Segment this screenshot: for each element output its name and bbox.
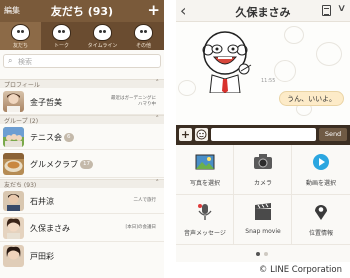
section-header-groups[interactable]: グループ (2) ˄ <box>0 115 164 125</box>
photo-icon <box>195 153 215 171</box>
microphone-icon <box>195 203 215 221</box>
attachment-label: 位置情報 <box>308 230 333 237</box>
collapse-icon: ˄ <box>155 79 160 87</box>
group-row-gourmet[interactable]: グルメクラブ 17 <box>0 150 164 178</box>
attachment-label: 音声メッセージ <box>184 230 226 237</box>
background-doodle <box>316 42 342 66</box>
attachment-label: 写真を選択 <box>189 180 220 187</box>
clapperboard-icon <box>253 203 273 221</box>
tab-label: タイムライン <box>87 43 118 49</box>
attachment-menu: 写真を選択 カメラ 動画を選択 音声メッセージ Snap movie 位置情報 <box>176 145 350 262</box>
background-doodle <box>274 60 296 82</box>
message-time: 11:55 <box>261 78 276 84</box>
more-character-icon <box>134 24 153 41</box>
snap-movie-button[interactable]: Snap movie <box>234 195 292 245</box>
status-message: 最近はガーデニングにハマり中 <box>111 96 156 107</box>
sticker-moon-character[interactable] <box>194 27 256 94</box>
attachment-label: Snap movie <box>245 228 281 235</box>
avatar <box>3 217 24 239</box>
friend-row[interactable]: 石井涼 二人で旅行 <box>0 188 164 214</box>
member-count-badge: 6 <box>64 133 74 142</box>
friends-character-icon <box>11 24 30 41</box>
tab-more[interactable]: その他 <box>123 22 164 50</box>
talk-character-icon <box>52 24 71 41</box>
select-video-button[interactable]: 動画を選択 <box>292 145 350 195</box>
group-row-tennis[interactable]: テニス会 6 <box>0 124 164 150</box>
voice-message-button[interactable]: 音声メッセージ <box>176 195 234 245</box>
sticker-icon[interactable] <box>195 128 208 141</box>
tab-friends[interactable]: 友だち <box>0 22 41 50</box>
friends-screen: 編集 友だち (93) + 友だち トーク タイムライン その他 ⌕ 検索 プロ… <box>0 0 164 278</box>
avatar <box>3 127 24 147</box>
profile-row[interactable]: 金子哲美 最近はガーデニングにハマり中 <box>0 88 164 115</box>
background-doodle <box>284 26 304 44</box>
attachment-label: 動画を選択 <box>305 180 336 187</box>
friend-name: 石井涼 <box>30 197 54 206</box>
friend-name: 戸田彩 <box>30 252 54 261</box>
attachment-label: カメラ <box>253 180 272 187</box>
message-input-bar: + Send <box>176 125 350 145</box>
page-indicator-active[interactable] <box>256 252 260 256</box>
timeline-character-icon <box>93 24 112 41</box>
tab-label: その他 <box>135 43 151 49</box>
group-name: テニス会 <box>30 133 62 142</box>
tab-talk[interactable]: トーク <box>41 22 82 50</box>
chevron-down-icon[interactable]: ∨ <box>337 3 347 14</box>
member-count-badge: 17 <box>80 160 93 169</box>
tab-label: トーク <box>53 43 69 49</box>
page-indicator[interactable] <box>264 252 268 256</box>
select-photo-button[interactable]: 写真を選択 <box>176 145 234 195</box>
avatar <box>3 245 24 267</box>
message-input[interactable] <box>211 128 316 141</box>
copyright-notice: © LINE Corporation <box>258 265 342 275</box>
plus-icon[interactable]: + <box>179 128 192 141</box>
status-message: 二人で旅行 <box>133 198 157 203</box>
chat-header: ‹ 久保まさみ ∨ <box>176 0 350 22</box>
camera-icon <box>253 153 273 171</box>
chat-screen: ‹ 久保まさみ ∨ 11:55 うん、いいよ。 + Send 写真を選択 カメラ… <box>176 0 350 262</box>
avatar <box>3 91 24 112</box>
friends-header: 編集 友だち (93) + <box>0 0 164 22</box>
search-input[interactable]: ⌕ 検索 <box>3 54 161 68</box>
section-header-friends[interactable]: 友だち (93) ˄ <box>0 179 164 189</box>
group-name: グルメクラブ <box>30 160 78 169</box>
notes-icon[interactable] <box>322 5 331 16</box>
location-button[interactable]: 位置情報 <box>292 195 350 245</box>
location-pin-icon <box>311 203 331 221</box>
search-placeholder: 検索 <box>18 58 32 66</box>
avatar <box>3 191 24 211</box>
friend-row[interactable]: 戸田彩 <box>0 242 164 278</box>
collapse-icon: ˄ <box>155 115 160 123</box>
tab-timeline[interactable]: タイムライン <box>82 22 123 50</box>
search-icon: ⌕ <box>8 56 13 65</box>
friend-name: 久保まさみ <box>30 224 70 233</box>
add-friend-button[interactable]: + <box>147 0 160 20</box>
chat-area[interactable]: 11:55 既読 11:57 うん、いいよ。 <box>176 22 350 125</box>
send-button[interactable]: Send <box>319 128 347 141</box>
camera-button[interactable]: カメラ <box>234 145 292 195</box>
section-header-profile[interactable]: プロフィール ˄ <box>0 79 164 89</box>
status-message: [本日]の会議日 <box>125 225 156 230</box>
tab-bar: 友だち トーク タイムライン その他 <box>0 22 164 50</box>
profile-name: 金子哲美 <box>30 98 62 107</box>
tab-label: 友だち <box>12 43 28 49</box>
avatar <box>3 153 24 175</box>
page-title: 友だち (93) <box>50 5 114 18</box>
friend-row[interactable]: 久保まさみ [本日]の会議日 <box>0 214 164 242</box>
sent-message-bubble[interactable]: うん、いいよ。 <box>279 91 344 106</box>
collapse-icon: ˄ <box>155 179 160 187</box>
video-icon <box>311 153 331 171</box>
